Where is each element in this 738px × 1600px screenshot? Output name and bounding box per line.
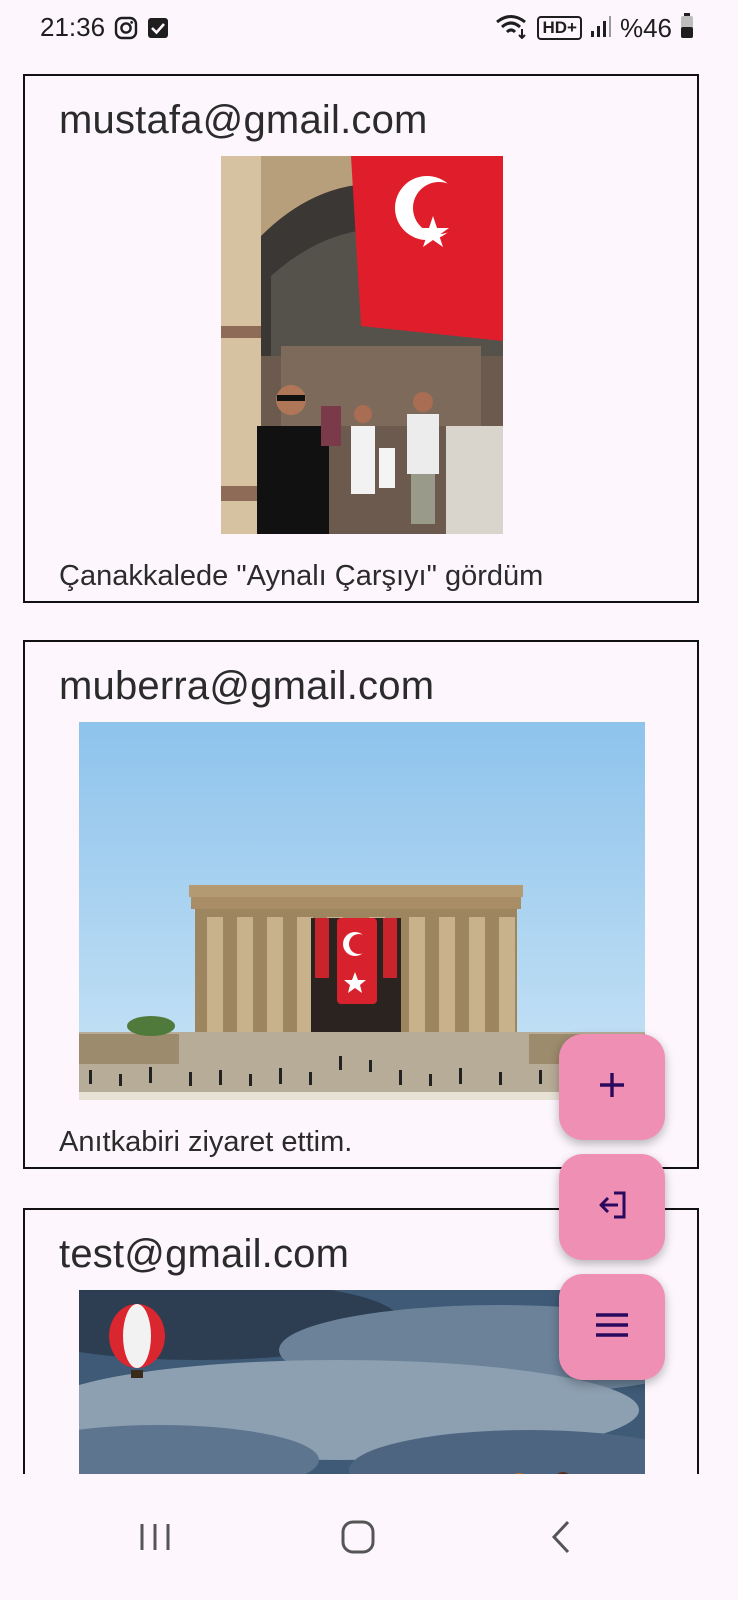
recent-apps-icon[interactable]: [120, 1502, 190, 1572]
battery-text: %46: [619, 12, 672, 43]
post-author-email: muberra@gmail.com: [59, 664, 435, 708]
post-author-email: mustafa@gmail.com: [59, 98, 428, 142]
instagram-icon: [114, 16, 138, 44]
status-right-group: HD+ %46: [495, 12, 694, 44]
menu-icon: [594, 1310, 630, 1344]
battery-icon: [680, 13, 694, 43]
status-time: 21:36: [40, 12, 106, 42]
add-post-button[interactable]: [559, 1034, 665, 1140]
app-screen: 21:36 HD+ %46 mustafa@gmail.com Çanakkal…: [0, 0, 738, 1600]
post-image[interactable]: [79, 722, 645, 1100]
wifi-icon: [495, 13, 529, 43]
status-bar: 21:36 HD+ %46: [0, 0, 738, 58]
post-image[interactable]: [221, 156, 503, 534]
signal-icon: [590, 14, 612, 42]
checkbox-icon: [147, 16, 169, 44]
post-caption: Çanakkalede "Aynalı Çarşıyı" gördüm: [59, 560, 544, 592]
plus-icon: [596, 1069, 628, 1105]
system-nav-bar: [0, 1474, 738, 1600]
hd-plus-icon: HD+: [537, 16, 582, 40]
post-card[interactable]: mustafa@gmail.com Çanakkalede "Aynalı Ça…: [23, 74, 699, 603]
logout-icon: [594, 1187, 630, 1227]
menu-button[interactable]: [559, 1274, 665, 1380]
back-icon[interactable]: [526, 1502, 596, 1572]
home-icon[interactable]: [323, 1502, 393, 1572]
post-author-email: test@gmail.com: [59, 1232, 350, 1276]
logout-button[interactable]: [559, 1154, 665, 1260]
post-caption: Anıtkabiri ziyaret ettim.: [59, 1126, 353, 1158]
